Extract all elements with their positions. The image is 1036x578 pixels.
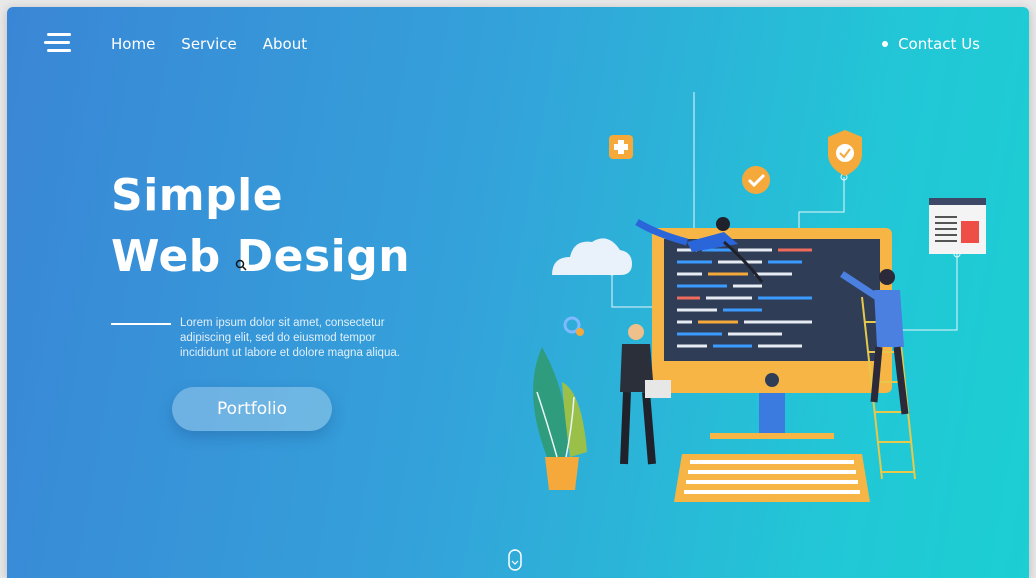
hero-title: Simple Web Design	[111, 165, 410, 287]
contact-label: Contact Us	[898, 35, 980, 53]
landing-page: Home Service About Contact Us Simple Web…	[7, 7, 1029, 578]
nav-home[interactable]: Home	[111, 35, 155, 53]
menu-icon[interactable]	[44, 33, 72, 55]
nav-service[interactable]: Service	[181, 35, 236, 53]
hero-lead-text: Lorem ipsum dolor sit amet, consectetur …	[180, 317, 400, 359]
hero-title-line2: Web Design	[111, 231, 411, 282]
web-design-illustration	[533, 92, 986, 502]
main-nav: Home Service About	[111, 35, 307, 53]
contact-link[interactable]: Contact Us	[882, 35, 980, 53]
zoom-cursor-icon	[235, 259, 247, 271]
bullet-dot	[882, 41, 889, 47]
mouse-scroll-icon[interactable]	[508, 549, 522, 571]
lead-divider	[111, 323, 171, 325]
hero-title-line1: Simple	[111, 170, 284, 221]
nav-about[interactable]: About	[263, 35, 307, 53]
portfolio-button[interactable]: Portfolio	[172, 387, 332, 431]
